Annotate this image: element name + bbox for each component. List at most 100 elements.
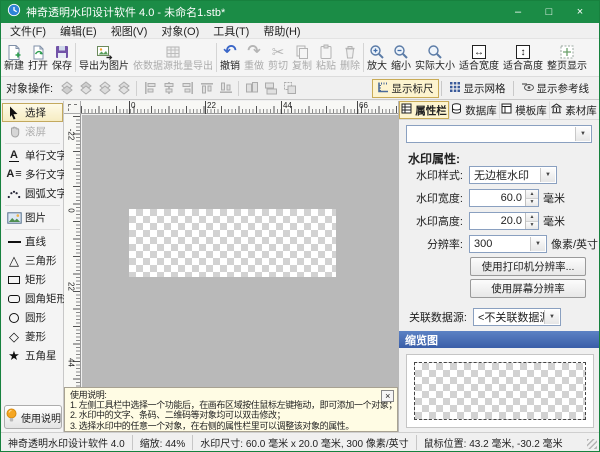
whole-page-icon	[559, 43, 575, 61]
resolution-row: 分辨率: 300 像素/英寸	[399, 234, 599, 254]
stepper-buttons[interactable]	[525, 190, 538, 206]
tool-single-text[interactable]: 单行文字	[2, 146, 63, 165]
open-button[interactable]: 打开	[26, 39, 50, 76]
copy-icon	[294, 43, 310, 61]
tool-arc-text[interactable]: 圆弧文字	[2, 184, 63, 203]
show-guides-toggle[interactable]: 显示参考线	[516, 79, 595, 98]
menu-view[interactable]: 视图(V)	[104, 23, 155, 39]
fit-width-button[interactable]: ↔适合宽度	[457, 39, 501, 76]
tool-picture[interactable]: 图片	[2, 208, 63, 227]
maximize-button[interactable]: □	[536, 1, 562, 23]
tab-database[interactable]: 数据库	[449, 101, 499, 119]
height-label: 水印高度:	[399, 213, 463, 229]
tab-label: 模板库	[515, 103, 547, 118]
tool-label: 多行文字	[25, 167, 67, 182]
canvas[interactable]	[82, 115, 398, 432]
menu-edit[interactable]: 编辑(E)	[53, 23, 104, 39]
help-button[interactable]: 使用说明	[4, 405, 62, 429]
close-icon[interactable]	[381, 390, 394, 402]
ruler-mark: 0	[67, 204, 76, 218]
step-up-icon[interactable]	[526, 213, 538, 221]
tool-line[interactable]: 直线	[2, 232, 63, 251]
object-selector-dropdown[interactable]	[406, 125, 592, 143]
minimize-button[interactable]: –	[505, 1, 531, 23]
width-stepper[interactable]: 60.0	[469, 189, 539, 207]
thumbnail-header: 缩览图	[399, 331, 599, 348]
status-app-name: 神奇透明水印设计软件 4.0	[1, 435, 132, 450]
toolbar-label: 重做	[244, 61, 264, 72]
fit-height-button[interactable]: ↕适合高度	[501, 39, 545, 76]
toolbar-label: 适合宽度	[459, 61, 499, 72]
hand-icon	[6, 125, 22, 138]
show-ruler-toggle[interactable]: 显示标尺	[372, 79, 439, 98]
chevron-down-icon[interactable]	[540, 168, 555, 182]
whole-page-button[interactable]: 整页显示	[545, 39, 589, 76]
zoom-in-button[interactable]: 放大	[365, 39, 389, 76]
toolbar-label: 撤销	[220, 61, 240, 72]
right-panel: 属性栏 数据库 模板库 素材库 水印属性: 水印样式: 无边框水印 水印宽度: …	[398, 101, 599, 432]
resolution-select[interactable]: 300	[469, 235, 547, 253]
menu-help[interactable]: 帮助(H)	[256, 23, 307, 39]
export-image-button[interactable]: 导出为图片	[77, 39, 131, 76]
chevron-down-icon[interactable]	[544, 310, 559, 324]
step-down-icon[interactable]	[526, 198, 538, 207]
zoom-out-button[interactable]: 缩小	[389, 39, 413, 76]
align-left-icon	[141, 80, 158, 97]
undo-button[interactable]: ↶撤销	[218, 39, 242, 76]
use-screen-resolution-button[interactable]: 使用屏幕分辨率	[470, 279, 586, 298]
tab-materials[interactable]: 素材库	[549, 101, 599, 119]
resolution-label: 分辨率:	[399, 236, 463, 252]
tool-star[interactable]: 五角星	[2, 346, 63, 365]
chevron-down-icon[interactable]	[530, 237, 545, 251]
chevron-down-icon[interactable]	[575, 127, 590, 141]
tool-triangle[interactable]: 三角形	[2, 251, 63, 270]
batch-export-button: 依数据源批量导出	[131, 39, 215, 76]
tool-label: 选择	[25, 105, 46, 120]
actual-size-button[interactable]: 实际大小	[413, 39, 457, 76]
toolbar-label: 复制	[292, 61, 312, 72]
tool-rectangle[interactable]: 矩形	[2, 270, 63, 289]
step-up-icon[interactable]	[526, 190, 538, 198]
tool-diamond[interactable]: 菱形	[2, 327, 63, 346]
tool-label: 单行文字	[25, 148, 67, 163]
line-icon	[6, 241, 22, 243]
show-grid-toggle[interactable]: 显示网格	[444, 79, 511, 98]
ruler-mark: 44	[67, 356, 76, 370]
datasource-select[interactable]: <不关联数据源>	[473, 308, 561, 326]
tab-templates[interactable]: 模板库	[499, 101, 549, 119]
cut-icon: ✂	[272, 43, 285, 61]
tool-multi-text[interactable]: 多行文字	[2, 165, 63, 184]
toolbar-label: 打开	[28, 61, 48, 72]
horizontal-ruler: 0 22 44 66	[81, 101, 398, 114]
watermark-area[interactable]	[129, 209, 336, 277]
tool-label: 五角星	[25, 348, 57, 363]
height-stepper[interactable]: 20.0	[469, 212, 539, 230]
new-button[interactable]: 新建	[2, 39, 26, 76]
menu-object[interactable]: 对象(O)	[154, 23, 206, 39]
tool-rounded-rectangle[interactable]: 圆角矩形	[2, 289, 63, 308]
tool-select[interactable]: 选择	[2, 103, 63, 122]
menu-tools[interactable]: 工具(T)	[206, 23, 256, 39]
use-printer-resolution-button[interactable]: 使用打印机分辨率...	[470, 257, 586, 276]
width-unit: 毫米	[543, 190, 565, 206]
style-select[interactable]: 无边框水印	[469, 166, 557, 184]
toggle-label: 显示网格	[464, 81, 506, 96]
stepper-buttons[interactable]	[525, 213, 538, 229]
toggle-separator	[513, 81, 514, 96]
resolution-unit: 像素/英寸	[551, 236, 598, 252]
ruler-icon	[377, 81, 389, 96]
right-panel-tabs: 属性栏 数据库 模板库 素材库	[399, 101, 599, 120]
save-button[interactable]: 保存	[50, 39, 74, 76]
ruler-mark: 44	[281, 101, 292, 114]
tool-circle[interactable]: 圆形	[2, 308, 63, 327]
toggle-label: 显示标尺	[392, 81, 434, 96]
main-toolbar: 新建 打开 保存 导出为图片 依数据源批量导出 ↶撤销 ↷重做 ✂剪切 复制 粘…	[1, 39, 599, 77]
menu-file[interactable]: 文件(F)	[3, 23, 53, 39]
tab-properties[interactable]: 属性栏	[399, 101, 449, 119]
step-down-icon[interactable]	[526, 221, 538, 230]
resize-grip[interactable]	[587, 439, 597, 449]
tool-label: 矩形	[25, 272, 46, 287]
close-button[interactable]: ×	[567, 1, 593, 23]
thumbnail-panel	[406, 354, 594, 428]
ruler-mark: -22	[67, 128, 76, 142]
